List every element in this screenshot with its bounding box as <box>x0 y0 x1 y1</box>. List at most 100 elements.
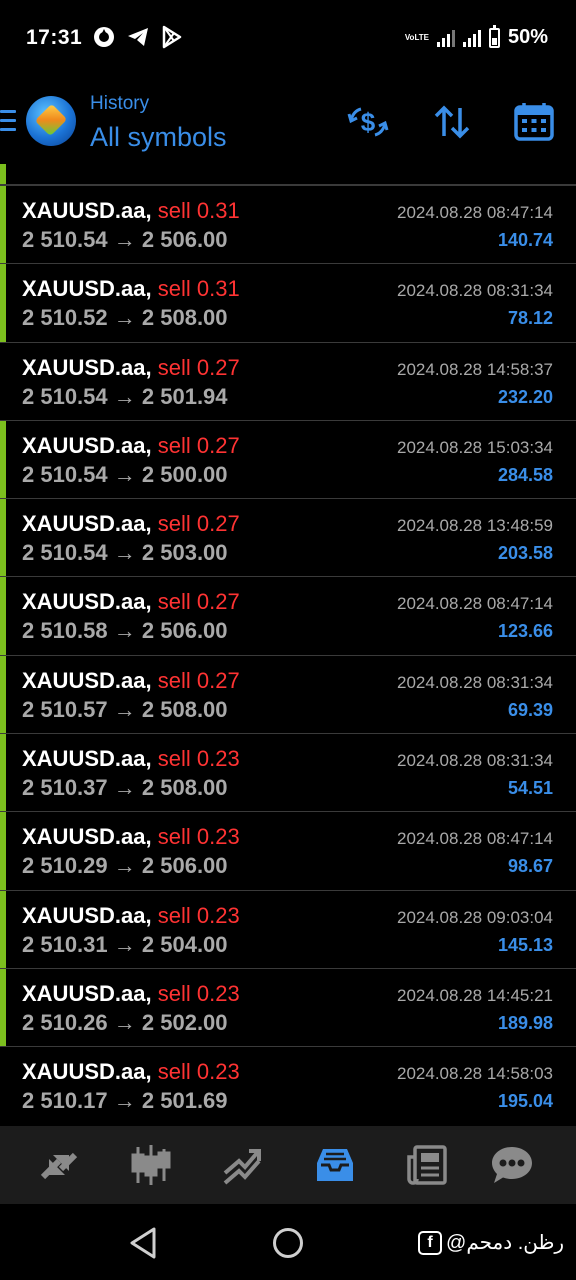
deposit-exchange-button[interactable]: $ <box>346 100 390 144</box>
closed-position-marker <box>0 968 6 1047</box>
back-icon[interactable] <box>128 1226 158 1260</box>
nav-history[interactable] <box>313 1143 357 1187</box>
trade-volume: 0.27 <box>196 667 240 693</box>
trade-side: sell <box>157 1059 191 1085</box>
play-store-icon <box>162 25 182 49</box>
svg-text:$: $ <box>361 107 376 137</box>
nav-quotes[interactable] <box>37 1143 81 1187</box>
calendar-icon <box>514 103 554 141</box>
trade-time: 2024.08.28 15:03:34 <box>397 437 553 457</box>
symbol-filter-title[interactable]: All symbols <box>90 122 227 153</box>
trade-row[interactable]: XAUUSD.aa, sell 0.27 2 510.57 → 2 508.00… <box>0 654 576 734</box>
trade-profit: 54.51 <box>507 778 553 799</box>
menu-icon[interactable] <box>0 110 16 132</box>
trade-row-partial[interactable] <box>0 164 576 185</box>
trade-side: sell <box>157 746 191 772</box>
trade-time: 2024.08.28 08:31:34 <box>397 281 553 301</box>
trade-time: 2024.08.28 08:47:14 <box>397 203 553 222</box>
bottom-navigation <box>0 1126 576 1204</box>
trade-side: sell <box>157 432 191 458</box>
quotes-icon <box>40 1152 78 1180</box>
trade-title: XAUUSD.aa, sell 0.27 <box>22 668 240 694</box>
price-arrow: → <box>113 383 136 409</box>
close-price: 2 508.00 <box>141 775 228 801</box>
trade-row[interactable]: XAUUSD.aa, sell 0.27 2 510.58 → 2 506.00… <box>0 576 576 655</box>
trade-side: sell <box>157 354 191 380</box>
trade-prices: 2 510.54 → 2 501.94 <box>22 384 228 410</box>
open-price: 2 510.58 <box>22 618 108 644</box>
trade-title: XAUUSD.aa, sell 0.27 <box>22 355 240 381</box>
trade-symbol: XAUUSD.aa, <box>22 276 152 302</box>
close-price: 2 506.00 <box>141 227 228 252</box>
home-button[interactable] <box>273 1228 303 1258</box>
trade-history-list[interactable]: XAUUSD.aa, sell 0.31 2 510.54 → 2 506.00… <box>0 164 576 1126</box>
price-arrow: → <box>113 775 136 801</box>
trade-title: XAUUSD.aa, sell 0.31 <box>22 198 240 224</box>
trade-side: sell <box>157 589 191 615</box>
close-price: 2 508.00 <box>141 696 228 722</box>
trade-icon <box>223 1149 261 1185</box>
trade-title: XAUUSD.aa, sell 0.27 <box>22 589 240 615</box>
deposit-exchange-icon: $ <box>347 107 389 137</box>
closed-position-marker <box>0 164 6 184</box>
trade-row[interactable]: XAUUSD.aa, sell 0.23 2 510.29 → 2 506.00… <box>0 811 576 890</box>
trade-time: 2024.08.28 08:31:34 <box>397 672 553 692</box>
trade-row[interactable]: XAUUSD.aa, sell 0.31 2 510.54 → 2 506.00… <box>0 185 576 264</box>
trade-prices: 2 510.17 → 2 501.69 <box>22 1088 228 1114</box>
closed-position-marker <box>0 812 6 890</box>
closed-position-marker <box>0 655 6 734</box>
trade-profit: 123.66 <box>497 621 553 642</box>
trade-profit: 195.04 <box>497 1091 553 1112</box>
chart-icon <box>131 1145 171 1185</box>
header-subtitle: History <box>90 93 150 114</box>
trade-row[interactable]: XAUUSD.aa, sell 0.27 2 510.54 → 2 501.94… <box>0 341 576 420</box>
price-arrow: → <box>113 853 136 879</box>
trade-title: XAUUSD.aa, sell 0.23 <box>22 903 240 929</box>
trade-volume: 0.23 <box>196 746 240 772</box>
trade-row[interactable]: XAUUSD.aa, sell 0.23 2 510.17 → 2 501.69… <box>0 1046 576 1124</box>
metatrader-logo <box>26 96 76 146</box>
nav-messages[interactable] <box>490 1143 534 1187</box>
trade-profit: 78.12 <box>507 308 553 329</box>
trade-row[interactable]: XAUUSD.aa, sell 0.27 2 510.54 → 2 500.00… <box>0 419 576 499</box>
trade-time: 2024.08.28 14:45:21 <box>397 985 553 1005</box>
battery-icon <box>488 24 500 48</box>
trade-title: XAUUSD.aa, sell 0.23 <box>22 824 240 850</box>
nav-trade[interactable] <box>221 1143 265 1187</box>
price-arrow: → <box>113 696 136 722</box>
app-header: History All symbols $ <box>0 78 576 164</box>
trade-row[interactable]: XAUUSD.aa, sell 0.23 2 510.37 → 2 508.00… <box>0 733 576 812</box>
trade-symbol: XAUUSD.aa, <box>22 1059 152 1085</box>
trade-time: 2024.08.28 13:48:59 <box>397 516 553 536</box>
nav-chart[interactable] <box>129 1143 173 1187</box>
close-price: 2 501.94 <box>141 383 228 409</box>
trade-volume: 0.23 <box>196 980 240 1006</box>
open-price: 2 510.31 <box>22 931 108 957</box>
battery-percentage: 50% <box>507 26 548 48</box>
price-arrow: → <box>113 305 136 331</box>
telegram-icon <box>128 28 148 46</box>
messages-icon <box>492 1147 532 1183</box>
trade-volume: 0.23 <box>196 1059 240 1085</box>
sort-icon <box>434 105 470 139</box>
volte-indicator: VoLTE <box>404 32 429 42</box>
trade-symbol: XAUUSD.aa, <box>22 432 152 458</box>
notification-icons <box>92 25 184 49</box>
trade-volume: 0.31 <box>196 276 240 302</box>
trade-title: XAUUSD.aa, sell 0.23 <box>22 1059 240 1085</box>
nav-news[interactable] <box>405 1143 449 1187</box>
trade-row[interactable]: XAUUSD.aa, sell 0.31 2 510.52 → 2 508.00… <box>0 263 576 342</box>
calendar-button[interactable] <box>512 100 556 144</box>
trade-time: 2024.08.28 08:47:14 <box>397 594 553 614</box>
sort-button[interactable] <box>430 100 474 144</box>
trade-row[interactable]: XAUUSD.aa, sell 0.23 2 510.31 → 2 504.00… <box>0 889 576 968</box>
trade-title: XAUUSD.aa, sell 0.31 <box>22 276 240 302</box>
trade-row[interactable]: XAUUSD.aa, sell 0.23 2 510.26 → 2 502.00… <box>0 967 576 1047</box>
trade-symbol: XAUUSD.aa, <box>22 824 152 850</box>
close-price: 2 502.00 <box>141 1009 228 1035</box>
open-price: 2 510.29 <box>22 853 108 879</box>
close-price: 2 503.00 <box>141 540 228 566</box>
open-price: 2 510.26 <box>22 1009 108 1035</box>
trade-row[interactable]: XAUUSD.aa, sell 0.27 2 510.54 → 2 503.00… <box>0 498 576 577</box>
trade-symbol: XAUUSD.aa, <box>22 354 152 380</box>
